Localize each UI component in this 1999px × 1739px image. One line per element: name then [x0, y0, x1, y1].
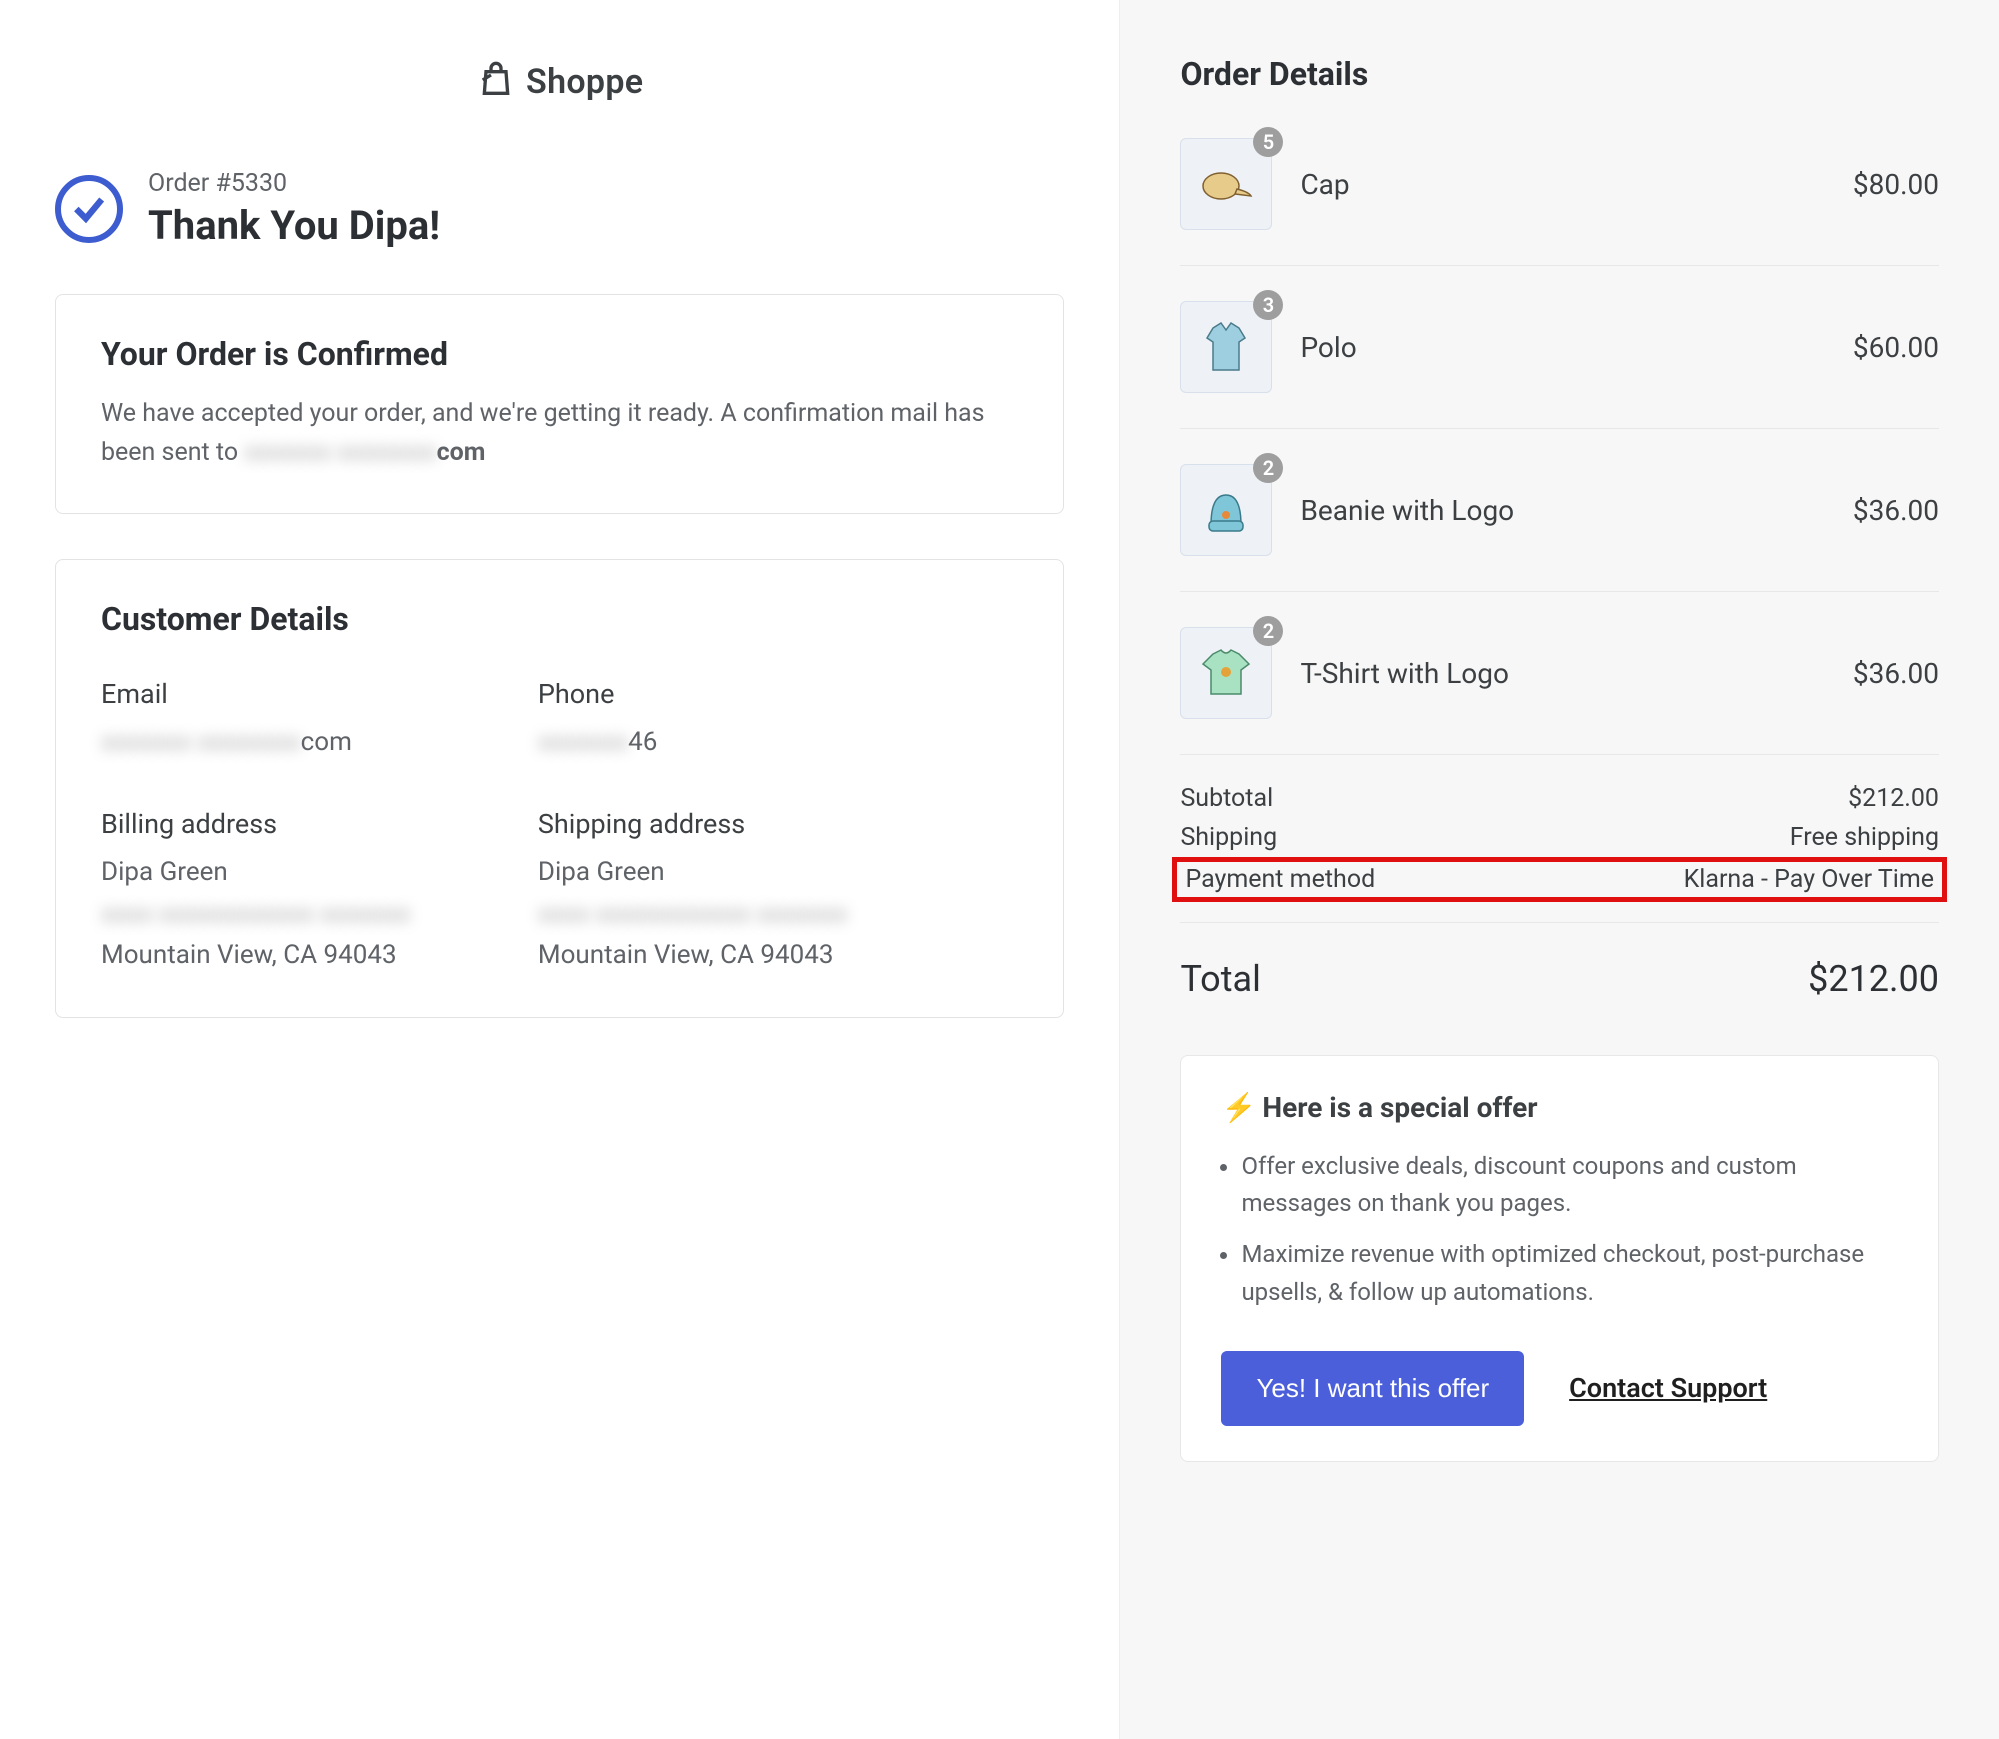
order-items-list: 5 Cap $80.00 3 Polo $60.00 2 Beanie with…: [1180, 138, 1939, 755]
checkmark-icon: [55, 175, 123, 243]
customer-heading: Customer Details: [101, 600, 1018, 638]
total-row: Total $212.00: [1180, 922, 1939, 1000]
right-panel: Order Details 5 Cap $80.00 3 Polo $60.00: [1119, 0, 1999, 1739]
offer-bullet: Maximize revenue with optimized checkout…: [1241, 1236, 1898, 1310]
payment-method-row: Payment method Klarna - Pay Over Time: [1172, 857, 1947, 902]
order-confirmed-card: Your Order is Confirmed We have accepted…: [55, 294, 1064, 514]
qty-badge: 2: [1253, 453, 1283, 483]
confirmed-heading: Your Order is Confirmed: [101, 335, 1018, 373]
shipping-label: Shipping address: [538, 808, 1019, 840]
order-header: Order #5330 Thank You Dipa!: [55, 169, 1064, 249]
order-item: 5 Cap $80.00: [1180, 138, 1939, 266]
phone-label: Phone: [538, 678, 1019, 710]
item-name: T-Shirt with Logo: [1300, 657, 1824, 690]
special-offer-card: ⚡ Here is a special offer Offer exclusiv…: [1180, 1055, 1939, 1462]
offer-cta-button[interactable]: Yes! I want this offer: [1221, 1351, 1524, 1426]
item-price: $60.00: [1853, 331, 1939, 364]
offer-bullet: Offer exclusive deals, discount coupons …: [1241, 1148, 1898, 1222]
order-item: 3 Polo $60.00: [1180, 266, 1939, 429]
email-label: Email: [101, 678, 538, 710]
customer-email-block: Email xxxxxxx xxxxxxxxcom: [101, 678, 538, 764]
qty-badge: 5: [1253, 127, 1283, 157]
shipping-row: Shipping Free shipping: [1180, 818, 1939, 857]
customer-phone-block: Phone xxxxxxx46: [538, 678, 1019, 764]
item-price: $80.00: [1853, 168, 1939, 201]
billing-address-block: Billing address Dipa Green xxxx xxxxxxxx…: [101, 808, 538, 977]
brand-header: Shoppe: [55, 60, 1064, 104]
subtotal-row: Subtotal $212.00: [1180, 779, 1939, 818]
order-details-heading: Order Details: [1180, 55, 1939, 93]
customer-details-card: Customer Details Email xxxxxxx xxxxxxxxc…: [55, 559, 1064, 1018]
item-price: $36.00: [1853, 657, 1939, 690]
order-number: Order #5330: [148, 169, 440, 198]
billing-label: Billing address: [101, 808, 538, 840]
product-thumb-cap: 5: [1180, 138, 1272, 230]
product-thumb-polo: 3: [1180, 301, 1272, 393]
item-name: Cap: [1300, 168, 1824, 201]
item-name: Polo: [1300, 331, 1824, 364]
qty-badge: 2: [1253, 616, 1283, 646]
product-thumb-beanie: 2: [1180, 464, 1272, 556]
shipping-address-block: Shipping address Dipa Green xxxx xxxxxxx…: [538, 808, 1019, 977]
product-thumb-tshirt: 2: [1180, 627, 1272, 719]
offer-title: ⚡ Here is a special offer: [1221, 1091, 1898, 1124]
thank-you-title: Thank You Dipa!: [148, 202, 440, 249]
confirmed-body: We have accepted your order, and we're g…: [101, 395, 1018, 473]
brand-name: Shoppe: [526, 62, 643, 102]
item-price: $36.00: [1853, 494, 1939, 527]
lightning-icon: ⚡: [1221, 1091, 1256, 1124]
order-item: 2 Beanie with Logo $36.00: [1180, 429, 1939, 592]
order-item: 2 T-Shirt with Logo $36.00: [1180, 592, 1939, 755]
bag-icon: [476, 60, 516, 104]
order-summary: Subtotal $212.00 Shipping Free shipping …: [1180, 779, 1939, 1000]
contact-support-link[interactable]: Contact Support: [1569, 1372, 1767, 1404]
qty-badge: 3: [1253, 290, 1283, 320]
item-name: Beanie with Logo: [1300, 494, 1824, 527]
left-panel: Shoppe Order #5330 Thank You Dipa! Your …: [0, 0, 1119, 1739]
offer-bullets: Offer exclusive deals, discount coupons …: [1241, 1148, 1898, 1311]
